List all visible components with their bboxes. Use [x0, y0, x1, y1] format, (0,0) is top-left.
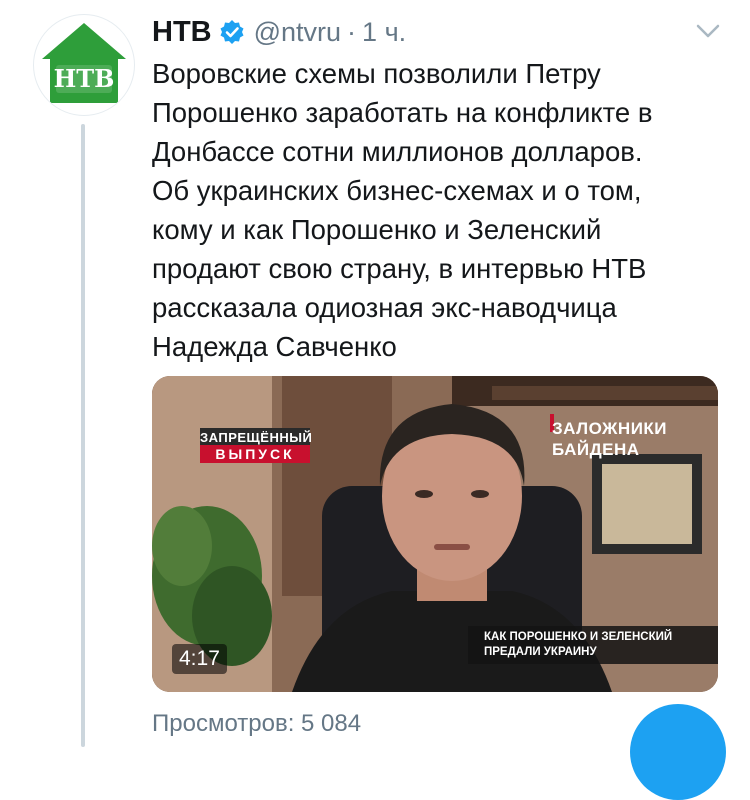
tweet-text-line: кому и как Порошенко и Зеленский	[152, 214, 602, 245]
avatar[interactable]: НТВ	[33, 14, 135, 116]
badge-right-line1: ЗАЛОЖНИКИ	[552, 419, 668, 438]
display-name[interactable]: НТВ	[152, 16, 212, 49]
badge-right-line2: БАЙДЕНА	[552, 440, 640, 459]
ntv-logo-icon: НТВ	[42, 23, 126, 103]
thread-line	[81, 124, 85, 747]
tweet-text-line: рассказала одиозная экс-наводчица	[152, 292, 617, 323]
video-duration: 4:17	[172, 644, 227, 674]
separator-dot: ·	[347, 16, 357, 47]
tweet-text-line: Об украинских бизнес-схемах и о том,	[152, 175, 642, 206]
tweet-text-line: продают свою страну, в интервью НТВ	[152, 253, 647, 284]
svg-text:НТВ: НТВ	[54, 64, 115, 93]
badge-show-title: ЗАЛОЖНИКИ БАЙДЕНА	[552, 418, 692, 460]
tweet-text-line: Порошенко заработать на конфликте в	[152, 97, 653, 128]
video-caption: КАК ПОРОШЕНКО И ЗЕЛЕНСКИЙ ПРЕДАЛИ УКРАИН…	[468, 626, 718, 664]
tweet-text-line: Надежда Савченко	[152, 331, 397, 362]
compose-fab-icon[interactable]	[630, 704, 726, 800]
tweet-text-line: Донбассе сотни миллионов долларов.	[152, 136, 643, 167]
badge-forbidden-episode: ЗАПРЕЩЁННЫЙ ВЫПУСК	[152, 428, 312, 463]
badge-left-line2: ВЫПУСК	[200, 445, 310, 463]
chevron-down-icon[interactable]	[694, 20, 722, 42]
timestamp[interactable]: 1 ч.	[362, 17, 406, 48]
caption-line1: КАК ПОРОШЕНКО И ЗЕЛЕНСКИЙ	[484, 631, 673, 643]
caption-line2: ПРЕДАЛИ УКРАИНУ	[484, 646, 597, 658]
tweet[interactable]: НТВ НТВ @ntvru · 1 ч. Воровские схемы по…	[0, 0, 750, 800]
tweet-text-line: Воровские схемы позволили Петру	[152, 58, 601, 89]
tweet-header: НТВ @ntvru · 1 ч.	[152, 12, 406, 52]
tweet-text: Воровские схемы позволили Петру Порошенк…	[152, 54, 742, 366]
verified-badge-icon	[219, 19, 245, 45]
view-count: Просмотров: 5 084	[152, 710, 362, 737]
handle[interactable]: @ntvru	[254, 17, 341, 48]
